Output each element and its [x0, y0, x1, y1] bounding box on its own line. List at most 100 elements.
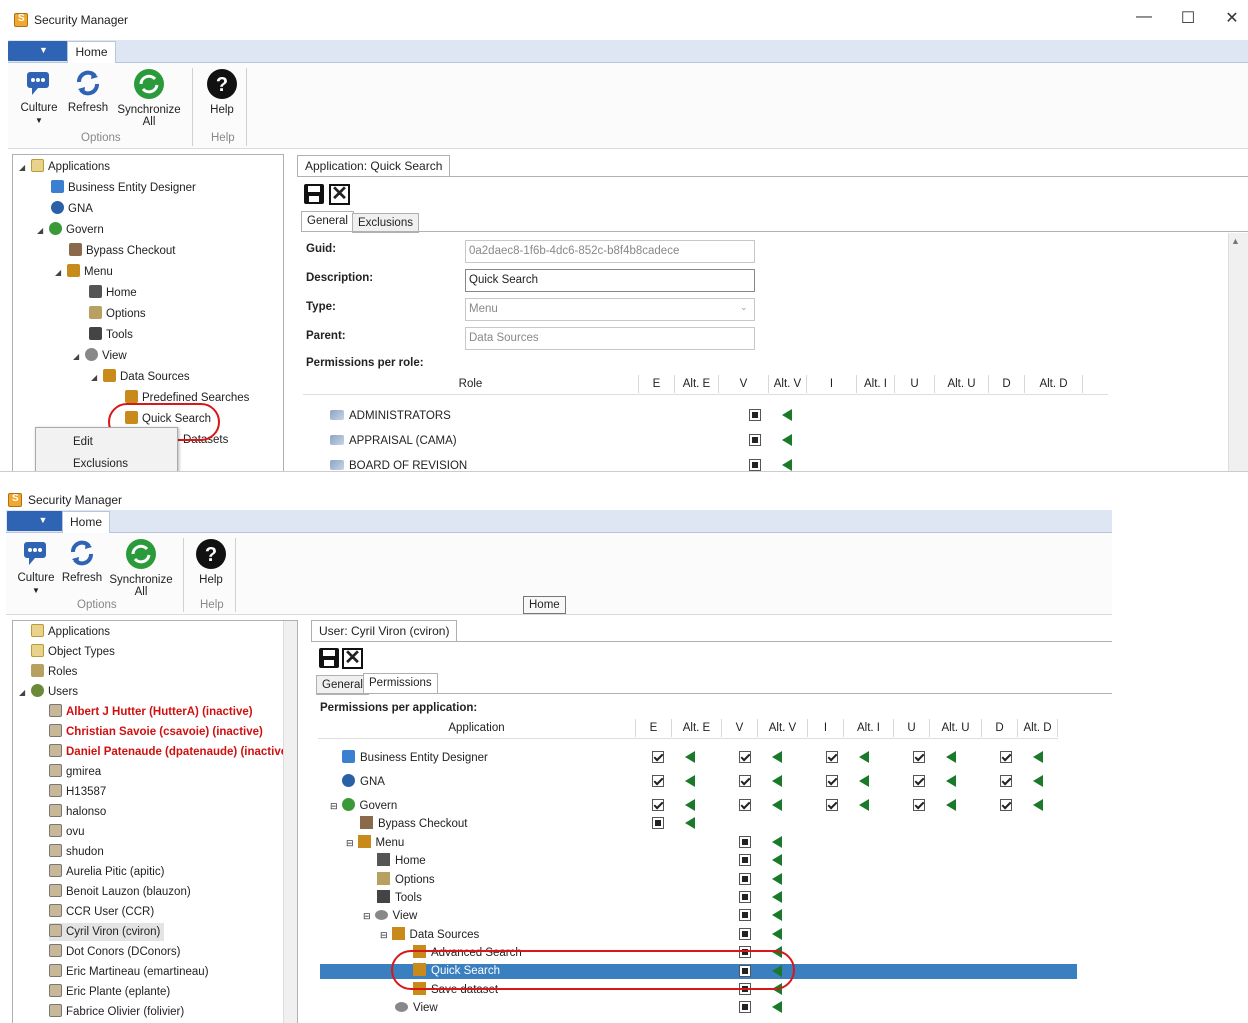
tab-general[interactable]: General	[316, 675, 369, 695]
application-row[interactable]: View	[395, 1000, 438, 1016]
column-header[interactable]: E	[636, 719, 672, 737]
application-row[interactable]: ⊟ View	[363, 908, 417, 924]
tree-node[interactable]: Roles	[31, 663, 77, 681]
grant-arrow-icon[interactable]	[772, 854, 782, 866]
application-row[interactable]: ⊟ Menu	[346, 835, 404, 851]
permission-checkbox[interactable]	[739, 1001, 751, 1013]
role-row[interactable]: ADMINISTRATORS	[330, 408, 451, 424]
role-row[interactable]: BOARD OF REVISION	[330, 458, 467, 471]
column-header[interactable]: Alt. I	[857, 375, 895, 393]
column-header[interactable]: Alt. I	[844, 719, 894, 737]
user-node[interactable]: ovu	[49, 823, 85, 841]
grant-arrow-icon[interactable]	[685, 751, 695, 763]
permission-checkbox[interactable]	[739, 799, 751, 811]
permission-checkbox[interactable]	[913, 799, 925, 811]
grant-arrow-icon[interactable]	[685, 775, 695, 787]
tab-permissions[interactable]: Permissions	[363, 673, 438, 694]
vertical-scrollbar[interactable]	[1228, 233, 1248, 471]
grant-arrow-icon[interactable]	[946, 751, 956, 763]
context-menu-exclusions[interactable]: Exclusions	[73, 458, 128, 470]
column-header[interactable]: I	[807, 375, 857, 393]
permission-checkbox[interactable]	[749, 434, 761, 446]
document-tab[interactable]: Application: Quick Search	[297, 155, 451, 177]
grant-arrow-icon[interactable]	[772, 928, 782, 940]
permission-checkbox[interactable]	[1000, 751, 1012, 763]
column-header[interactable]: Alt. U	[935, 375, 989, 393]
application-row[interactable]: Options	[377, 872, 435, 888]
application-row[interactable]: Home	[377, 853, 426, 869]
column-header[interactable]: Alt. V	[758, 719, 808, 737]
grant-arrow-icon[interactable]	[772, 891, 782, 903]
permission-checkbox[interactable]	[826, 751, 838, 763]
permission-checkbox[interactable]	[652, 751, 664, 763]
user-node-selected[interactable]: Cyril Viron (cviron)	[49, 923, 165, 941]
collapse-icon[interactable]: ⊟	[380, 930, 388, 940]
document-tab[interactable]: User: Cyril Viron (cviron)	[311, 620, 458, 642]
column-header[interactable]: I	[808, 719, 844, 737]
grant-arrow-icon[interactable]	[772, 909, 782, 921]
tree-node[interactable]: Options	[89, 305, 146, 323]
application-row[interactable]: GNA	[342, 774, 385, 790]
permission-checkbox[interactable]	[826, 775, 838, 787]
permission-checkbox[interactable]	[739, 928, 751, 940]
user-node-inactive[interactable]: Albert J Hutter (HutterA) (inactive)	[49, 703, 253, 721]
grant-arrow-icon[interactable]	[772, 751, 782, 763]
application-row[interactable]: ⊟ Data Sources	[380, 927, 479, 943]
tab-home[interactable]: Home	[62, 511, 110, 534]
column-header[interactable]: Alt. V	[769, 375, 807, 393]
column-header[interactable]: V	[722, 719, 758, 737]
permission-checkbox[interactable]	[826, 799, 838, 811]
tree-node[interactable]: ◢ Data Sources	[91, 368, 190, 387]
tab-home[interactable]: Home	[67, 41, 116, 64]
description-field[interactable]: Quick Search	[465, 269, 755, 292]
minimize-icon[interactable]: —	[1124, 8, 1164, 26]
culture-button[interactable]: Culture ▼	[14, 538, 58, 597]
column-header[interactable]: D	[989, 375, 1025, 393]
grant-arrow-icon[interactable]	[772, 836, 782, 848]
tree-node[interactable]: ◢ Users	[19, 683, 78, 702]
column-header[interactable]: U	[895, 375, 935, 393]
column-header[interactable]: D	[982, 719, 1018, 737]
refresh-button[interactable]: Refresh	[66, 68, 110, 114]
user-node[interactable]: Eric Martineau (emartineau)	[49, 963, 209, 981]
user-node[interactable]: halonso	[49, 803, 106, 821]
grant-arrow-icon[interactable]	[1033, 775, 1043, 787]
user-node-inactive[interactable]: Christian Savoie (csavoie) (inactive)	[49, 723, 263, 741]
application-row[interactable]: ⊟ Govern	[330, 798, 397, 814]
permission-checkbox[interactable]	[1000, 799, 1012, 811]
grant-arrow-icon[interactable]	[859, 799, 869, 811]
application-row[interactable]: Bypass Checkout	[360, 816, 468, 832]
synchronize-all-button[interactable]: Synchronize All	[106, 538, 176, 598]
permission-checkbox[interactable]	[749, 409, 761, 421]
scroll-up-icon[interactable]: ▲	[1231, 236, 1240, 246]
grant-arrow-icon[interactable]	[946, 799, 956, 811]
permission-checkbox[interactable]	[739, 891, 751, 903]
tab-general[interactable]: General	[301, 211, 354, 232]
grant-arrow-icon[interactable]	[782, 434, 792, 446]
maximize-icon[interactable]: ☐	[1168, 8, 1208, 28]
grant-arrow-icon[interactable]	[1033, 751, 1043, 763]
role-row[interactable]: APPRAISAL (CAMA)	[330, 433, 457, 449]
permission-checkbox[interactable]	[739, 854, 751, 866]
grant-arrow-icon[interactable]	[772, 799, 782, 811]
grant-arrow-icon[interactable]	[685, 799, 695, 811]
parent-field[interactable]: Data Sources	[465, 327, 755, 350]
permission-checkbox[interactable]	[739, 775, 751, 787]
grant-arrow-icon[interactable]	[1033, 799, 1043, 811]
synchronize-all-button[interactable]: Synchronize All	[114, 68, 184, 128]
column-header[interactable]: Application	[318, 719, 636, 737]
grant-arrow-icon[interactable]	[782, 409, 792, 421]
tree-node[interactable]: Home	[89, 284, 137, 302]
permission-checkbox[interactable]	[652, 799, 664, 811]
help-button[interactable]: ? Help	[191, 538, 231, 586]
column-header[interactable]: Role	[303, 375, 639, 393]
user-node[interactable]: Aurelia Pitic (apitic)	[49, 863, 164, 881]
type-select[interactable]: Menu	[465, 298, 755, 321]
user-node[interactable]: CCR User (CCR)	[49, 903, 154, 921]
save-icon[interactable]	[319, 648, 339, 668]
guid-field[interactable]: 0a2daec8-1f6b-4dc6-852c-b8f4b8cadece	[465, 240, 755, 263]
tree-node[interactable]: GNA	[51, 200, 93, 218]
tree-node[interactable]: ◢ Applications	[19, 158, 110, 177]
grant-arrow-icon[interactable]	[772, 873, 782, 885]
application-row[interactable]: Tools	[377, 890, 422, 906]
